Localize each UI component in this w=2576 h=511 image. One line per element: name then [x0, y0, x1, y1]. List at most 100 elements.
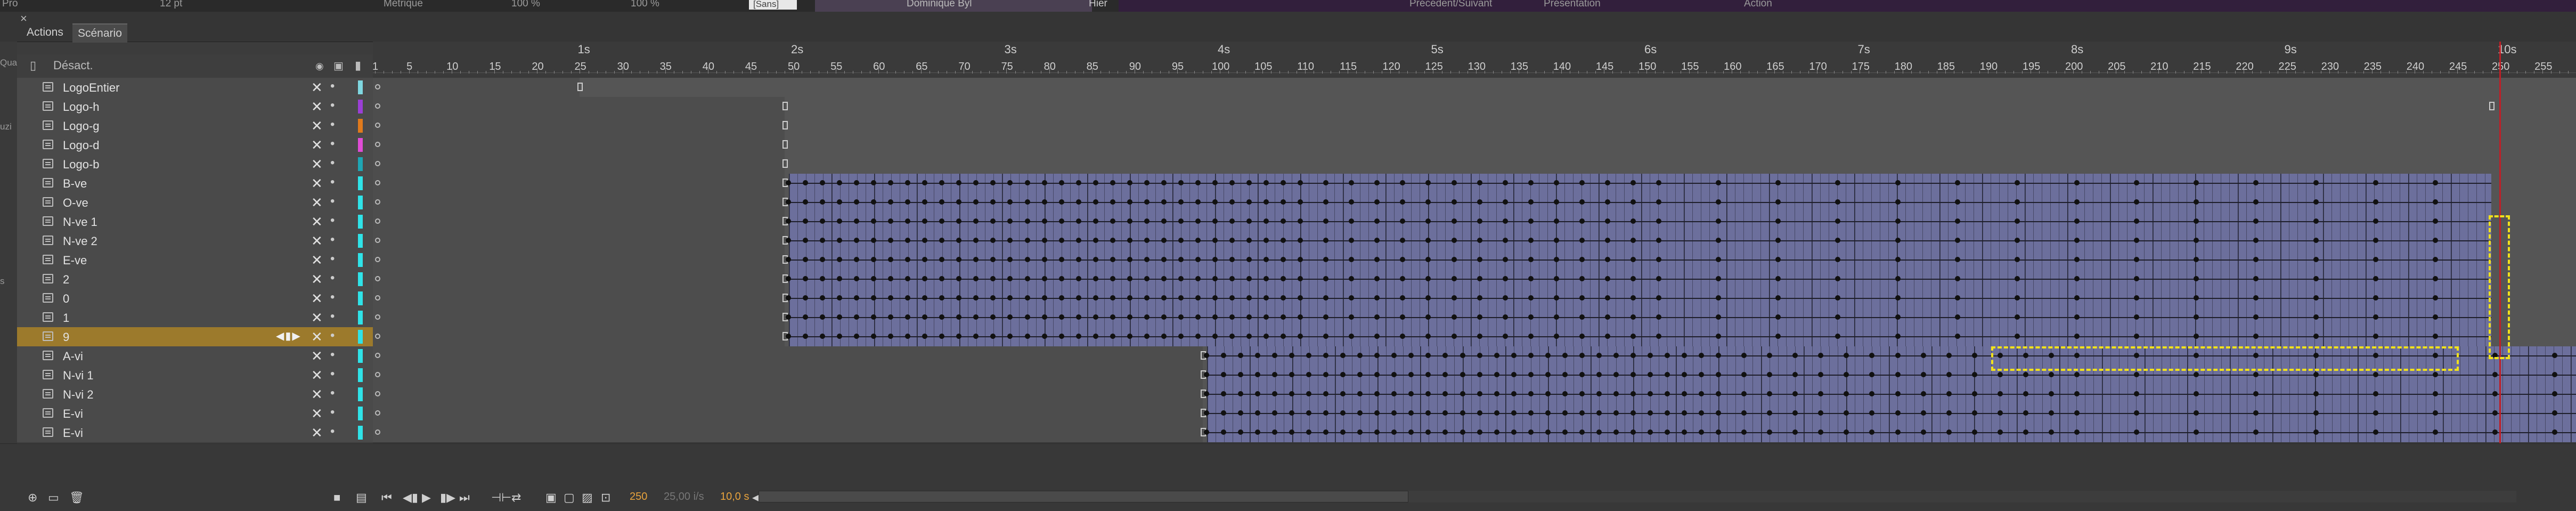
keyframe-dot[interactable]	[956, 180, 962, 185]
layer-row[interactable]: O-ve ✕ •	[17, 193, 373, 213]
visibility-toggle-icon[interactable]: ✕	[311, 329, 323, 345]
keyframe-dot[interactable]	[1792, 391, 1798, 396]
keyframe-dot[interactable]	[1792, 429, 1798, 435]
keyframe-dot[interactable]	[1298, 334, 1303, 339]
keyframe-dot[interactable]	[1220, 353, 1226, 358]
keyframe-dot[interactable]	[1579, 353, 1585, 358]
keyframe-dot[interactable]	[1281, 276, 1286, 281]
keyframe-dot[interactable]	[1144, 276, 1150, 281]
elapsed-time-value[interactable]: 10,0 s	[720, 491, 749, 503]
keyframe-dot[interactable]	[2014, 334, 2020, 339]
play-icon[interactable]: ▶	[422, 491, 431, 505]
keyframe-dot[interactable]	[2492, 372, 2498, 377]
keyframe-dot[interactable]	[1024, 199, 1030, 205]
keyframe-dot[interactable]	[1971, 429, 1977, 435]
keyframe-dot[interactable]	[2134, 334, 2140, 339]
keyframe-dot[interactable]	[1946, 353, 1952, 358]
keyframe-dot[interactable]	[1374, 257, 1380, 262]
keyframe-dot[interactable]	[2373, 391, 2378, 396]
keyframe-dot[interactable]	[1075, 218, 1081, 224]
keyframe-dot[interactable]	[2023, 410, 2028, 416]
keyframe-dot[interactable]	[1613, 391, 1619, 396]
keyframe-dot[interactable]	[1869, 372, 1875, 377]
keyframe-dot[interactable]	[1451, 334, 1457, 339]
empty-keyframe[interactable]	[375, 295, 380, 301]
keyframe-dot[interactable]	[820, 314, 826, 320]
keyframe-dot[interactable]	[888, 199, 894, 205]
keyframe-dot[interactable]	[1238, 429, 1244, 435]
keyframe-dot[interactable]	[2432, 218, 2438, 224]
keyframe-dot[interactable]	[1024, 180, 1030, 185]
layer-name[interactable]: O-ve	[63, 196, 88, 210]
keyframe-dot[interactable]	[1562, 372, 1568, 377]
layer-color-swatch[interactable]	[358, 80, 363, 94]
keyframe-dot[interactable]	[871, 238, 877, 243]
timeline-track[interactable]	[373, 289, 2576, 309]
keyframe-dot[interactable]	[956, 314, 962, 320]
timeline-track[interactable]	[373, 308, 2576, 328]
keyframe-dot[interactable]	[1775, 238, 1781, 243]
keyframe-dot[interactable]	[1323, 314, 1329, 320]
keyframe-dot[interactable]	[2432, 429, 2438, 435]
keyframe-dot[interactable]	[1920, 429, 1926, 435]
keyframe-dot[interactable]	[1767, 353, 1773, 358]
timeline-track[interactable]	[373, 116, 2576, 136]
motion-tween-span[interactable]	[785, 193, 2491, 212]
keyframe-dot[interactable]	[1775, 257, 1781, 262]
keyframe-dot[interactable]	[1127, 238, 1132, 243]
empty-keyframe[interactable]	[375, 353, 380, 358]
keyframe-dot[interactable]	[2134, 429, 2140, 435]
timeline-track[interactable]	[373, 250, 2576, 270]
keyframe-dot[interactable]	[1511, 429, 1517, 435]
keyframe-dot[interactable]	[2253, 429, 2259, 435]
scale-field[interactable]: 100 %	[631, 0, 659, 10]
keyframe-dot[interactable]	[1716, 429, 1722, 435]
keyframe-dot[interactable]	[1374, 391, 1380, 396]
empty-keyframe[interactable]	[375, 257, 380, 262]
keyframe-dot[interactable]	[1442, 372, 1448, 377]
keyframe-marker[interactable]	[2489, 102, 2495, 110]
keyframe-dot[interactable]	[1400, 180, 1406, 185]
layer-color-swatch[interactable]	[358, 407, 363, 420]
keyframe-dot[interactable]	[785, 257, 791, 262]
keyframe-dot[interactable]	[1716, 276, 1722, 281]
keyframe-dot[interactable]	[1323, 218, 1329, 224]
keyframe-marker[interactable]	[782, 140, 788, 149]
keyframe-dot[interactable]	[1630, 372, 1636, 377]
layer-row[interactable]: Logo-g ✕ •	[17, 116, 373, 136]
keyframe-dot[interactable]	[1306, 372, 1312, 377]
keyframe-dot[interactable]	[1400, 276, 1406, 281]
keyframe-dot[interactable]	[1144, 218, 1150, 224]
keyframe-dot[interactable]	[2074, 429, 2080, 435]
keyframe-dot[interactable]	[1630, 218, 1636, 224]
keyframe-dot[interactable]	[939, 314, 945, 320]
keyframe-dot[interactable]	[1656, 295, 1661, 301]
keyframe-dot[interactable]	[1195, 314, 1201, 320]
keyframe-dot[interactable]	[1195, 218, 1201, 224]
keyframe-dot[interactable]	[1971, 372, 1977, 377]
keyframe-dot[interactable]	[1127, 257, 1132, 262]
keyframe-dot[interactable]	[1246, 257, 1252, 262]
keyframe-dot[interactable]	[1699, 372, 1705, 377]
keyframe-dot[interactable]	[1835, 238, 1841, 243]
keyframe-dot[interactable]	[785, 238, 791, 243]
empty-frames[interactable]	[373, 308, 785, 327]
visibility-toggle-icon[interactable]: ✕	[311, 233, 323, 249]
keyframe-dot[interactable]	[1349, 295, 1355, 301]
keyframe-dot[interactable]	[1579, 238, 1585, 243]
keyframe-dot[interactable]	[1024, 218, 1030, 224]
keyframe-dot[interactable]	[1281, 238, 1286, 243]
keyframe-dot[interactable]	[1630, 257, 1636, 262]
keyframe-dot[interactable]	[1604, 257, 1610, 262]
keyframe-dot[interactable]	[2074, 238, 2080, 243]
keyframe-dot[interactable]	[922, 218, 928, 224]
keyframe-dot[interactable]	[1195, 257, 1201, 262]
lock-toggle-icon[interactable]: •	[330, 213, 335, 228]
visibility-toggle-icon[interactable]: ✕	[311, 386, 323, 403]
lock-toggle-icon[interactable]: •	[330, 271, 335, 286]
keyframe-dot[interactable]	[1511, 391, 1517, 396]
keyframe-dot[interactable]	[973, 295, 979, 301]
keyframe-dot[interactable]	[1349, 257, 1355, 262]
keyframe-dot[interactable]	[973, 257, 979, 262]
keyframe-dot[interactable]	[1075, 199, 1081, 205]
